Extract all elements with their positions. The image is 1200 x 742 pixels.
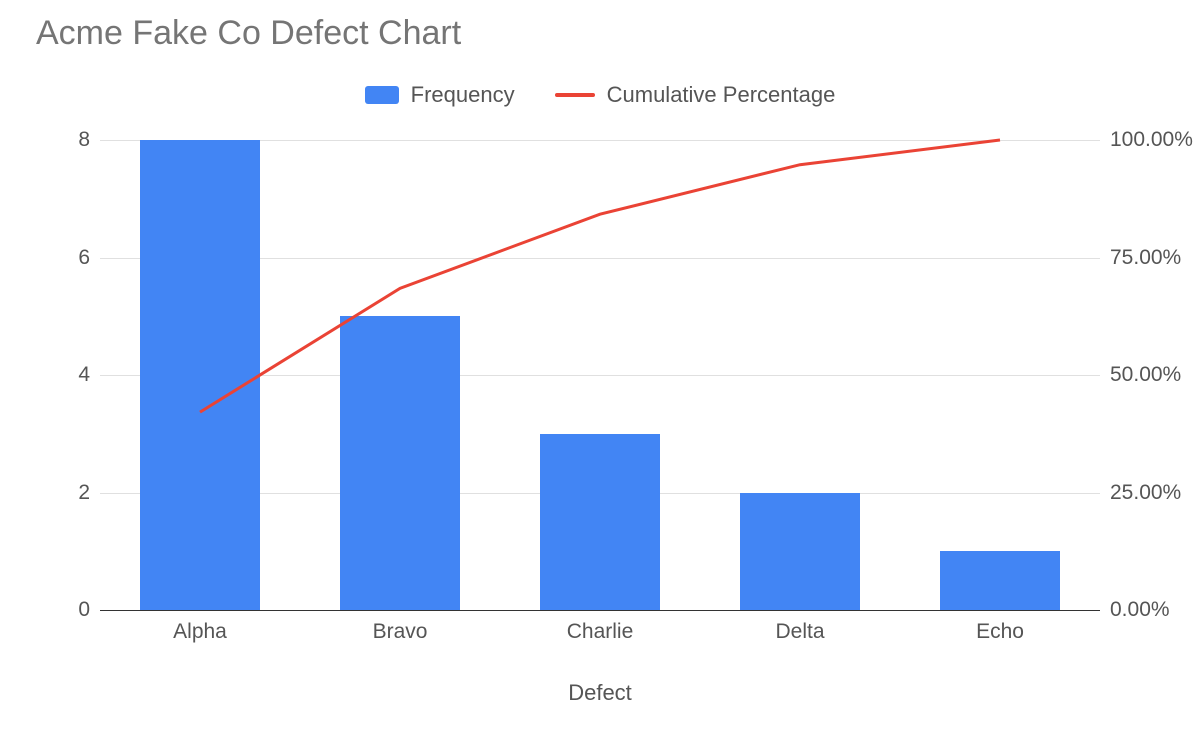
legend-label-cumulative: Cumulative Percentage <box>607 82 836 108</box>
plot-region: 0 2 4 6 8 0.00% 25.00% 50.00% 75.00% 100… <box>100 140 1100 610</box>
cumulative-line <box>100 140 1100 610</box>
x-axis-title: Defect <box>100 680 1100 706</box>
x-tick-label: Charlie <box>567 620 634 644</box>
y-right-tick: 50.00% <box>1110 363 1200 387</box>
y-right-tick: 100.00% <box>1110 128 1200 152</box>
legend-swatch-line-icon <box>555 93 595 97</box>
chart-title: Acme Fake Co Defect Chart <box>36 14 461 53</box>
legend-item-frequency: Frequency <box>365 82 515 108</box>
y-left-tick: 2 <box>30 481 90 505</box>
y-left-tick: 6 <box>30 246 90 270</box>
x-tick-label: Alpha <box>173 620 227 644</box>
y-right-tick: 25.00% <box>1110 481 1200 505</box>
chart-legend: Frequency Cumulative Percentage <box>0 82 1200 108</box>
plot-area <box>100 140 1100 611</box>
y-left-tick: 0 <box>30 598 90 622</box>
y-left-tick: 4 <box>30 363 90 387</box>
legend-label-frequency: Frequency <box>411 82 515 108</box>
x-tick-label: Echo <box>976 620 1024 644</box>
cumulative-polyline <box>200 140 1000 412</box>
legend-item-cumulative: Cumulative Percentage <box>555 82 836 108</box>
y-right-tick: 0.00% <box>1110 598 1200 622</box>
x-tick-label: Delta <box>775 620 824 644</box>
chart-container: Acme Fake Co Defect Chart Frequency Cumu… <box>0 0 1200 742</box>
legend-swatch-bar-icon <box>365 86 399 104</box>
x-tick-label: Bravo <box>373 620 428 644</box>
y-left-tick: 8 <box>30 128 90 152</box>
y-right-tick: 75.00% <box>1110 246 1200 270</box>
